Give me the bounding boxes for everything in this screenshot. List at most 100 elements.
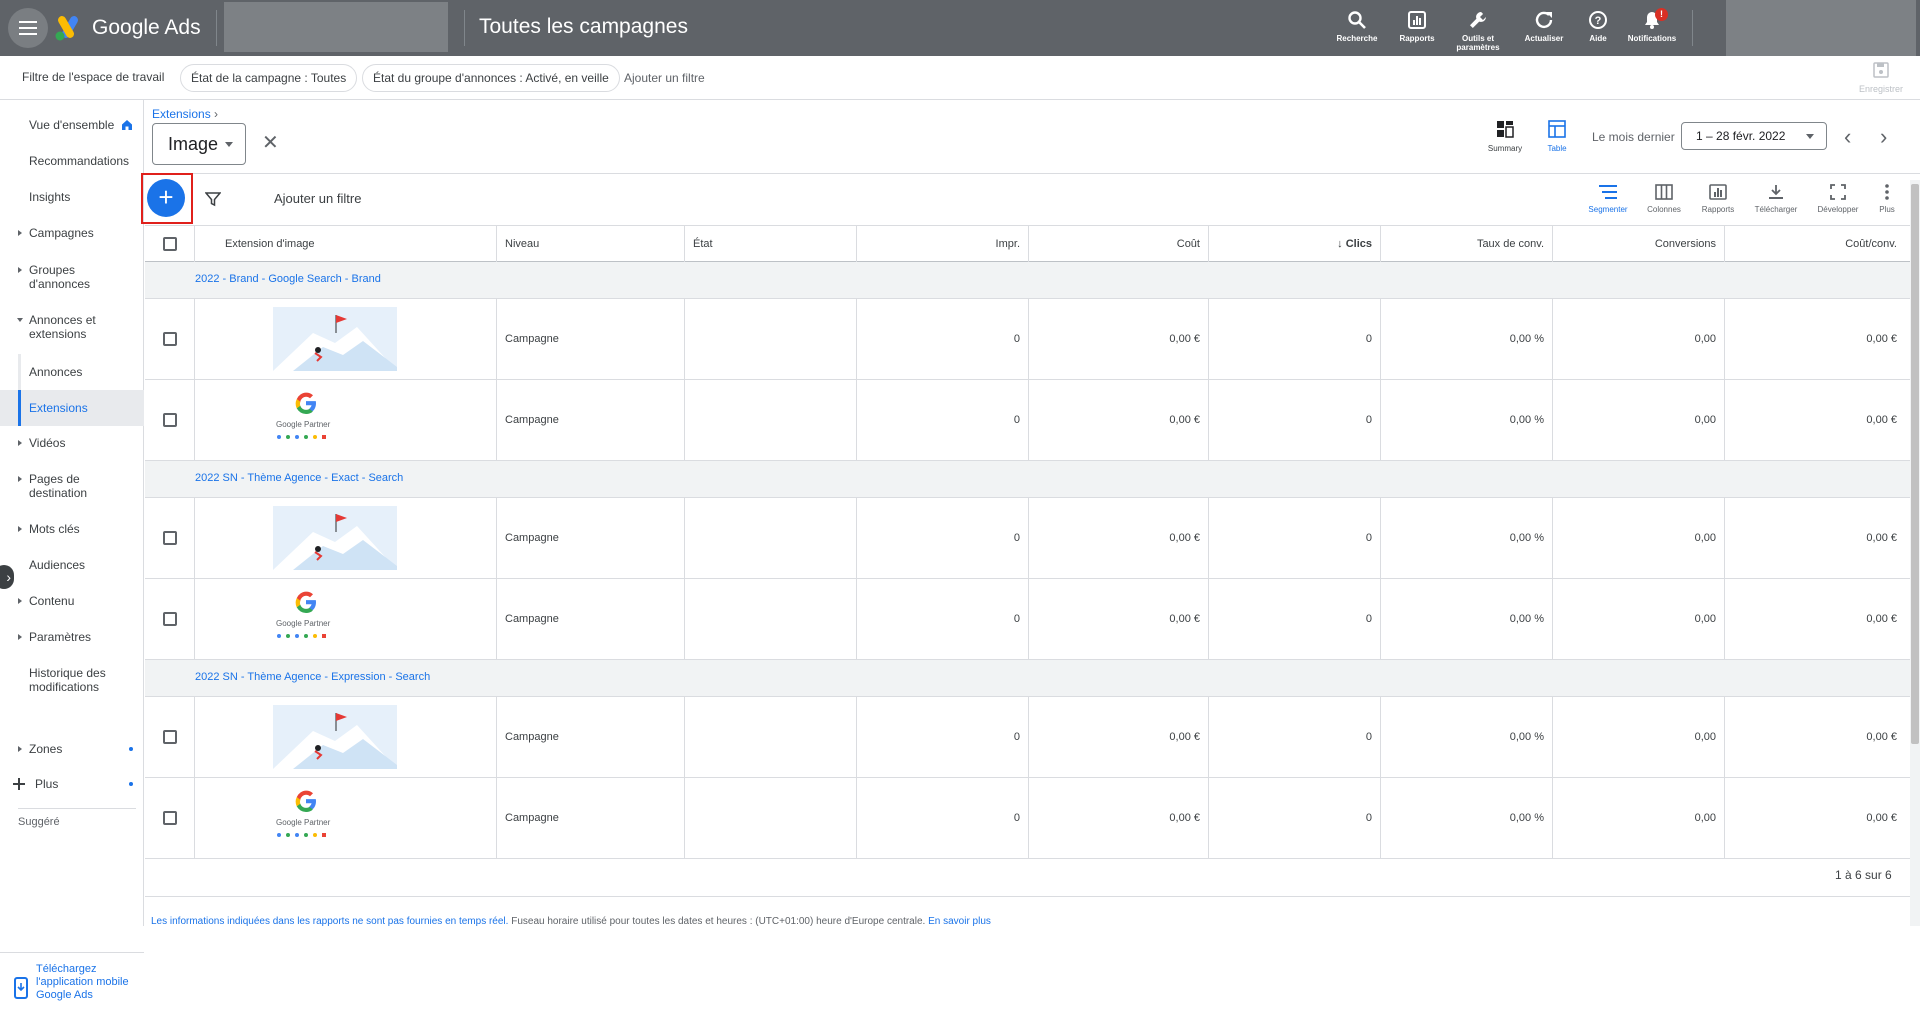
column-header[interactable]: Coût — [1029, 226, 1209, 262]
row-checkbox[interactable] — [163, 730, 177, 744]
learn-more-link[interactable]: En savoir plus — [928, 916, 991, 927]
row-checkbox[interactable] — [163, 811, 177, 825]
column-header[interactable]: Niveau — [497, 226, 685, 262]
sidebar-item-ads[interactable]: Annonces — [0, 354, 144, 390]
sidebar-item-keywords[interactable]: Mots clés — [0, 522, 144, 536]
reports-button[interactable]: Rapports — [1690, 184, 1746, 214]
columns-button[interactable]: Colonnes — [1636, 184, 1692, 214]
sidebar-item-zones[interactable]: Zones — [0, 742, 144, 756]
campaign-status-chip[interactable]: État de la campagne : Toutes — [180, 64, 358, 92]
sidebar-item-more[interactable]: Plus — [0, 777, 144, 791]
row-checkbox[interactable] — [163, 413, 177, 427]
cell-conv: 0,00 — [1553, 579, 1725, 659]
image-cell — [195, 697, 497, 777]
save-button[interactable]: Enregistrer — [1856, 62, 1906, 94]
sidebar-item-audiences[interactable]: Audiences — [0, 558, 144, 572]
close-icon[interactable]: ✕ — [262, 130, 279, 155]
extension-type-select[interactable]: Image — [152, 123, 246, 165]
sidebar-item-ad-groups[interactable]: Groupes d'annonces — [0, 263, 144, 291]
reports-tool-button[interactable]: Rapports — [1385, 10, 1449, 43]
search-tool-button[interactable]: Recherche — [1325, 10, 1389, 43]
cell-cout: 0,00 € — [1029, 299, 1209, 379]
add-extension-button[interactable]: + — [147, 179, 185, 217]
campaign-link[interactable]: 2022 SN - Thème Agence - Exact - Search — [195, 472, 403, 484]
filter-icon[interactable] — [205, 191, 221, 207]
save-icon — [1873, 62, 1889, 78]
expand-button[interactable]: Développer — [1810, 184, 1866, 214]
table-row[interactable]: Campagne 0 0,00 €0 0,00 % 0,00 0,00 € — [145, 697, 1920, 778]
date-range-select[interactable]: 1 – 28 févr. 2022 — [1681, 122, 1827, 150]
table-row[interactable]: Campagne 0 0,00 €0 0,00 % 0,00 0,00 € — [145, 498, 1920, 579]
sidebar-item-label: Annonces et extensions — [29, 313, 96, 341]
download-button[interactable]: Télécharger — [1748, 184, 1804, 214]
summary-view-button[interactable]: Summary — [1483, 120, 1527, 153]
column-header[interactable]: Coût/conv. — [1725, 226, 1905, 262]
column-header[interactable]: État — [685, 226, 857, 262]
sidebar-item-landing-pages[interactable]: Pages de destination — [0, 472, 144, 500]
sidebar-item-campaigns[interactable]: Campagnes — [0, 226, 144, 240]
sidebar-item-insights[interactable]: Insights — [0, 190, 144, 204]
menu-button[interactable] — [8, 8, 48, 48]
segment-button[interactable]: Segmenter — [1580, 184, 1636, 214]
scrollbar-thumb[interactable] — [1911, 184, 1919, 744]
account-selector[interactable] — [224, 2, 448, 52]
sidebar-item-content[interactable]: Contenu — [0, 594, 144, 608]
previous-period-button[interactable]: ‹ — [1844, 124, 1851, 150]
row-checkbox[interactable] — [163, 612, 177, 626]
column-header[interactable]: Conversions — [1553, 226, 1725, 262]
google-partner-badge[interactable]: Google Partner — [273, 390, 397, 452]
sidebar-item-overview[interactable]: Vue d'ensemble — [0, 118, 144, 132]
adgroup-status-chip[interactable]: État du groupe d'annonces : Activé, en v… — [362, 64, 620, 92]
date-range-value: 1 – 28 févr. 2022 — [1696, 129, 1786, 143]
next-period-button[interactable]: › — [1880, 124, 1887, 150]
cell-impr: 0 — [857, 697, 1029, 777]
column-header-sorted[interactable]: ↓ Clics — [1209, 226, 1381, 262]
sidebar-item-ads-extensions[interactable]: Annonces et extensions — [0, 313, 144, 341]
table-view-button[interactable]: Table — [1535, 120, 1579, 153]
flag-image[interactable] — [273, 307, 397, 371]
row-checkbox[interactable] — [163, 332, 177, 346]
sidebar-item-recommendations[interactable]: Recommandations — [0, 154, 144, 168]
add-filter-link[interactable]: Ajouter un filtre — [274, 191, 361, 206]
cell-niveau: Campagne — [497, 579, 685, 659]
more-button[interactable]: Plus — [1862, 184, 1912, 214]
row-checkbox[interactable] — [163, 531, 177, 545]
google-ads-logo-icon[interactable] — [54, 14, 82, 42]
cell-niveau: Campagne — [497, 498, 685, 578]
google-partner-badge[interactable]: Google Partner — [273, 589, 397, 651]
breadcrumb[interactable]: Extensions › — [152, 107, 218, 121]
column-header[interactable]: Taux de conv. — [1381, 226, 1553, 262]
table-row[interactable]: Campagne 0 0,00 €0 0,00 % 0,00 0,00 € — [145, 299, 1920, 380]
add-workspace-filter-link[interactable]: Ajouter un filtre — [624, 71, 705, 85]
breadcrumb-link[interactable]: Extensions — [152, 107, 211, 121]
table-row[interactable]: Google Partner Campagne 0 0,00 €0 0,00 % 0,00… — [145, 380, 1920, 461]
notifications-button[interactable]: ! Notifications — [1620, 8, 1684, 43]
user-account-area[interactable] — [1726, 0, 1916, 56]
table-row[interactable]: Google Partner Campagne 0 0,00 €0 0,00 % 0,00… — [145, 579, 1920, 660]
expand-label: Développer — [1817, 205, 1859, 214]
expand-arrow-icon — [18, 440, 22, 446]
collapse-sidebar-button[interactable]: › — [0, 565, 14, 589]
chevron-right-icon: › — [214, 107, 219, 121]
sidebar-item-change-history[interactable]: Historique des modifications — [0, 666, 144, 694]
flag-image[interactable] — [273, 705, 397, 769]
partner-specialization-icons — [277, 435, 326, 439]
sidebar-item-extensions[interactable]: Extensions — [0, 390, 144, 426]
tools-settings-button[interactable]: Outils et paramètres — [1446, 10, 1510, 52]
column-header[interactable]: Extension d'image — [195, 226, 497, 262]
flag-image[interactable] — [273, 506, 397, 570]
sidebar-item-settings[interactable]: Paramètres — [0, 630, 144, 644]
table-row[interactable]: Google Partner Campagne 0 0,00 €0 0,00 % 0,00… — [145, 778, 1920, 859]
column-header-label: Clics — [1345, 238, 1372, 250]
cell-clics: 0 — [1209, 778, 1381, 858]
help-icon: ? — [1589, 11, 1607, 29]
campaign-link[interactable]: 2022 - Brand - Google Search - Brand — [195, 273, 381, 285]
columns-icon — [1655, 184, 1673, 200]
google-partner-badge[interactable]: Google Partner — [273, 788, 397, 850]
column-header[interactable]: Impr. — [857, 226, 1029, 262]
campaign-link[interactable]: 2022 SN - Thème Agence - Expression - Se… — [195, 671, 430, 683]
app-download-link[interactable]: Téléchargez l'application mobile Google … — [0, 952, 144, 1026]
select-all-checkbox[interactable] — [163, 237, 177, 251]
sidebar-item-videos[interactable]: Vidéos — [0, 436, 144, 450]
realtime-info-link[interactable]: Les informations indiquées dans les rapp… — [151, 916, 508, 927]
